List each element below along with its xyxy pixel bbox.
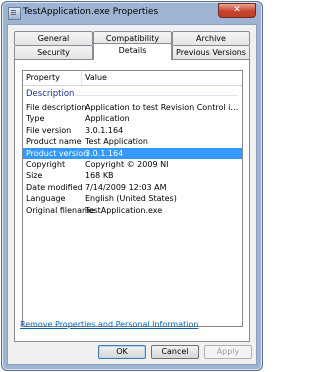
tab-archive[interactable]: Archive xyxy=(172,31,250,45)
close-button[interactable]: ✕ xyxy=(218,3,256,18)
ok-button[interactable]: OK xyxy=(98,345,146,359)
property-value: 3.0.1.164 xyxy=(85,148,124,158)
cancel-button[interactable]: Cancel xyxy=(151,345,199,359)
group-divider xyxy=(75,95,238,96)
list-header: Property Value xyxy=(23,71,242,86)
property-name: Product version xyxy=(26,148,89,158)
property-name: Date modified xyxy=(26,182,83,192)
tab-row-bottom: Security Details Previous Versions xyxy=(14,43,250,60)
column-header-property[interactable]: Property xyxy=(26,73,60,82)
property-name: Language xyxy=(26,194,66,204)
application-icon xyxy=(8,7,21,20)
property-value: Application xyxy=(85,114,130,124)
property-value: Test Application xyxy=(85,137,148,147)
property-name: File description xyxy=(26,103,87,112)
column-header-value[interactable]: Value xyxy=(85,73,107,82)
column-divider[interactable] xyxy=(81,71,82,85)
list-item[interactable]: Type Application xyxy=(23,113,242,124)
remove-properties-link[interactable]: Remove Properties and Personal Informati… xyxy=(20,320,198,329)
tab-details[interactable]: Details xyxy=(93,43,172,60)
title-bar[interactable]: TestApplication.exe Properties ✕ xyxy=(2,2,262,24)
property-value: 168 KB xyxy=(85,171,114,181)
property-name: Product name xyxy=(26,137,82,147)
details-list[interactable]: Property Value Description File descript… xyxy=(22,70,243,327)
window-title: TestApplication.exe Properties xyxy=(23,7,159,17)
tab-previous-versions[interactable]: Previous Versions xyxy=(172,45,250,59)
property-value: English (United States) xyxy=(85,194,177,204)
list-item[interactable]: Product version 3.0.1.164 xyxy=(23,147,242,159)
property-name: Type xyxy=(26,114,45,124)
group-label: Description xyxy=(26,89,75,99)
properties-window: TestApplication.exe Properties ✕ General… xyxy=(1,1,263,371)
property-name: Size xyxy=(26,171,43,181)
property-value: 3.0.1.164 xyxy=(85,125,124,135)
property-value: TestApplication.exe xyxy=(85,205,163,215)
property-value: 7/14/2009 12:03 AM xyxy=(85,182,167,192)
apply-button[interactable]: Apply xyxy=(204,345,252,359)
group-header-description: Description xyxy=(23,89,242,101)
property-name: File version xyxy=(26,125,72,135)
property-value: Application to test Revision Control in … xyxy=(85,103,239,112)
list-item[interactable]: Language English (United States) xyxy=(23,193,242,204)
list-item[interactable]: File description Application to test Revi… xyxy=(23,102,242,113)
list-item[interactable]: File version 3.0.1.164 xyxy=(23,125,242,136)
dialog-client-area: General Compatibility Archive Security D… xyxy=(7,24,257,365)
details-panel: Property Value Description File descript… xyxy=(14,59,250,342)
property-value: Copyright © 2009 NI xyxy=(85,160,169,169)
list-item[interactable]: Size 168 KB xyxy=(23,170,242,181)
list-item[interactable]: Copyright Copyright © 2009 NI xyxy=(23,159,242,170)
list-item[interactable]: Product name Test Application xyxy=(23,136,242,147)
close-icon: ✕ xyxy=(233,5,241,15)
tab-general[interactable]: General xyxy=(14,31,93,45)
list-item[interactable]: Original filename TestApplication.exe xyxy=(23,205,242,216)
property-name: Copyright xyxy=(26,160,66,169)
tab-security[interactable]: Security xyxy=(14,45,93,59)
list-item[interactable]: Date modified 7/14/2009 12:03 AM xyxy=(23,182,242,193)
